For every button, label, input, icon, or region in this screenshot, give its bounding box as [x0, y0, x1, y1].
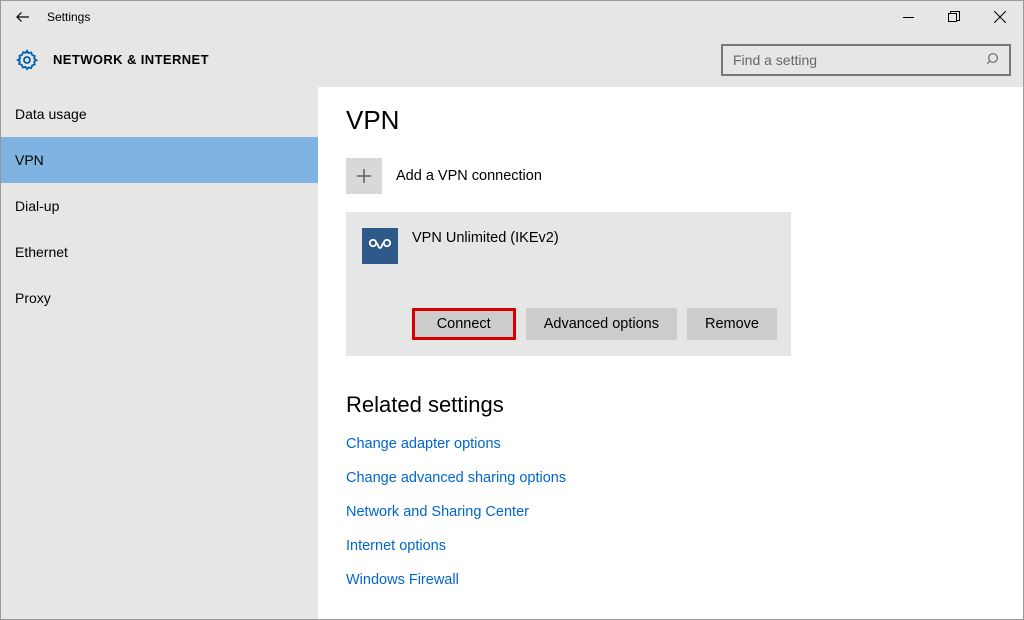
plus-icon	[355, 167, 373, 185]
body: Data usage VPN Dial-up Ethernet Proxy VP…	[1, 87, 1023, 619]
link-internet-options[interactable]: Internet options	[346, 538, 1023, 554]
link-change-adapter-options[interactable]: Change adapter options	[346, 436, 1023, 452]
link-windows-firewall[interactable]: Windows Firewall	[346, 572, 1023, 588]
titlebar: Settings	[1, 1, 1023, 33]
header: NETWORK & INTERNET	[1, 33, 1023, 87]
page-title: VPN	[346, 105, 1023, 136]
sidebar-item-label: Dial-up	[15, 198, 59, 214]
settings-window: Settings NETWORK & INTERNET	[0, 0, 1024, 620]
maximize-icon	[948, 11, 960, 23]
vpn-connection-card[interactable]: VPN Unlimited (IKEv2) Connect Advanced o…	[346, 212, 791, 356]
minimize-button[interactable]	[885, 1, 931, 33]
back-button[interactable]	[1, 1, 45, 33]
link-change-advanced-sharing[interactable]: Change advanced sharing options	[346, 470, 1023, 486]
vpn-card-header: VPN Unlimited (IKEv2)	[362, 228, 777, 264]
maximize-button[interactable]	[931, 1, 977, 33]
vpn-actions: Connect Advanced options Remove	[362, 308, 777, 340]
remove-button[interactable]: Remove	[687, 308, 777, 340]
link-network-sharing-center[interactable]: Network and Sharing Center	[346, 504, 1023, 520]
close-icon	[994, 11, 1006, 23]
plus-tile	[346, 158, 382, 194]
sidebar-item-data-usage[interactable]: Data usage	[1, 91, 318, 137]
arrow-left-icon	[14, 8, 32, 26]
sidebar-item-label: Ethernet	[15, 244, 68, 260]
related-settings-title: Related settings	[346, 392, 1023, 418]
close-button[interactable]	[977, 1, 1023, 33]
advanced-options-button[interactable]: Advanced options	[526, 308, 677, 340]
minimize-icon	[903, 12, 914, 23]
gear-icon	[15, 48, 39, 72]
search-icon	[986, 51, 1002, 67]
vpn-icon-tile	[362, 228, 398, 264]
search-input[interactable]	[721, 44, 1011, 76]
search-container	[721, 44, 1011, 76]
add-vpn-row[interactable]: Add a VPN connection	[346, 158, 1023, 194]
window-title: Settings	[47, 10, 90, 24]
sidebar-item-label: VPN	[15, 152, 44, 168]
sidebar-item-vpn[interactable]: VPN	[1, 137, 318, 183]
vpn-connection-name: VPN Unlimited (IKEv2)	[412, 228, 559, 246]
connect-button[interactable]: Connect	[412, 308, 516, 340]
sidebar-item-label: Data usage	[15, 106, 87, 122]
vpn-icon	[367, 236, 393, 256]
section-title: NETWORK & INTERNET	[53, 52, 209, 67]
sidebar-item-ethernet[interactable]: Ethernet	[1, 229, 318, 275]
sidebar: Data usage VPN Dial-up Ethernet Proxy	[1, 87, 318, 619]
window-controls	[885, 1, 1023, 33]
add-vpn-label: Add a VPN connection	[396, 168, 542, 184]
main-content: VPN Add a VPN connection VPN Unlimited (…	[318, 87, 1023, 619]
sidebar-item-proxy[interactable]: Proxy	[1, 275, 318, 321]
sidebar-item-dial-up[interactable]: Dial-up	[1, 183, 318, 229]
sidebar-item-label: Proxy	[15, 290, 51, 306]
